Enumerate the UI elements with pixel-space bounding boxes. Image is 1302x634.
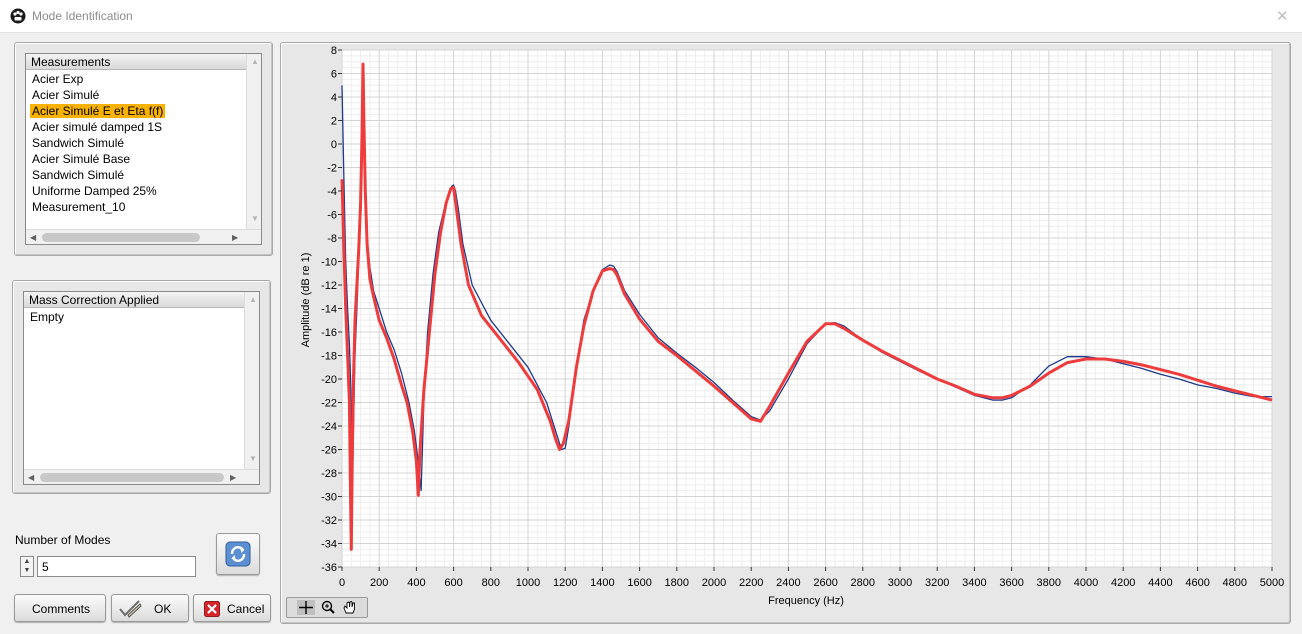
scroll-up-arrow-icon[interactable]: ▲	[251, 57, 259, 67]
measurement-item-label: Acier Exp	[32, 72, 84, 86]
mass-correction-item-label: Empty	[30, 310, 65, 324]
measurement-item-label: Sandwich Simulé	[32, 136, 125, 150]
measurements-listbox[interactable]: Measurements Acier Exp Acier Simulé Acier …	[25, 53, 262, 245]
scroll-down-arrow-icon[interactable]: ▼	[249, 454, 257, 464]
refresh-button[interactable]	[216, 533, 260, 575]
measurement-item-label: Acier Simulé	[32, 88, 100, 102]
number-of-modes-input[interactable]: 5	[37, 556, 196, 577]
crosshair-cursor-icon[interactable]	[297, 600, 315, 615]
window-title: Mode Identification	[32, 9, 133, 23]
scroll-left-arrow-icon[interactable]: ◀	[30, 233, 36, 243]
modes-stepper[interactable]: ▲ ▼	[20, 556, 34, 577]
scroll-left-arrow-icon[interactable]: ◀	[28, 473, 34, 483]
comments-button[interactable]: Comments	[14, 594, 106, 622]
graph-frame	[280, 42, 1291, 624]
checkmark-pen-icon	[119, 600, 142, 618]
comments-button-label: Comments	[32, 602, 91, 616]
scroll-right-arrow-icon[interactable]: ▶	[232, 233, 238, 243]
number-of-modes-label: Number of Modes	[15, 533, 111, 547]
measurements-vertical-scrollbar[interactable]: ▲ ▼	[246, 54, 261, 229]
cancel-button-label: Cancel	[227, 602, 265, 616]
scroll-up-arrow-icon[interactable]: ▲	[249, 295, 257, 305]
mass-horizontal-scrollbar[interactable]: ◀ ▶	[24, 469, 259, 484]
graph-tool-palette	[286, 597, 368, 618]
cancel-button[interactable]: Cancel	[193, 594, 271, 622]
mass-vertical-scrollbar[interactable]: ▲ ▼	[244, 292, 259, 469]
measurement-list-item[interactable]: Acier Exp	[26, 71, 83, 87]
measurements-horizontal-scrollbar[interactable]: ◀ ▶	[26, 229, 261, 244]
app-icon	[10, 8, 26, 24]
measurement-item-label: Acier simulé damped 1S	[32, 120, 163, 134]
scroll-down-arrow-icon[interactable]: ▼	[251, 214, 259, 224]
measurements-header: Measurements	[26, 54, 246, 70]
scrollbar-thumb[interactable]	[40, 473, 224, 482]
cancel-x-icon	[204, 601, 220, 617]
mass-correction-frame: Mass Correction Applied Empty ▲ ▼ ◀ ▶	[12, 280, 271, 494]
measurement-item-label: Uniforme Damped 25%	[32, 184, 157, 198]
refresh-icon	[225, 541, 251, 567]
ok-button-label: OK	[154, 602, 172, 616]
measurement-list-item[interactable]: Acier simulé damped 1S	[26, 119, 162, 135]
measurement-list-item[interactable]: Acier Simulé E et Eta f(f)	[26, 103, 166, 119]
mass-correction-list-item[interactable]: Empty	[24, 309, 64, 325]
zoom-icon[interactable]	[319, 600, 337, 615]
measurement-item-label: Measurement_10	[32, 200, 126, 214]
stepper-down-icon[interactable]: ▼	[21, 566, 33, 575]
mass-correction-header: Mass Correction Applied	[24, 292, 244, 308]
measurement-list-item[interactable]: Sandwich Simulé	[26, 135, 124, 151]
measurement-list-item[interactable]: Measurement_10	[26, 199, 125, 215]
mass-correction-listbox[interactable]: Mass Correction Applied Empty ▲ ▼ ◀ ▶	[23, 291, 260, 485]
ok-button[interactable]: OK	[111, 594, 189, 622]
title-bar: Mode Identification ✕	[0, 0, 1302, 33]
measurement-list-item[interactable]: Acier Simulé	[26, 87, 99, 103]
stepper-up-icon[interactable]: ▲	[21, 557, 33, 566]
measurement-list-item[interactable]: Uniforme Damped 25%	[26, 183, 157, 199]
measurement-item-label: Acier Simulé Base	[32, 152, 131, 166]
measurement-item-label: Acier Simulé E et Eta f(f)	[30, 104, 166, 118]
measurement-item-label: Sandwich Simulé	[32, 168, 125, 182]
scroll-right-arrow-icon[interactable]: ▶	[230, 473, 236, 483]
pan-hand-icon[interactable]	[341, 600, 359, 615]
measurement-list-item[interactable]: Sandwich Simulé	[26, 167, 124, 183]
close-icon[interactable]: ✕	[1276, 7, 1289, 25]
scrollbar-thumb[interactable]	[42, 233, 200, 242]
measurements-frame: Measurements Acier Exp Acier Simulé Acier …	[14, 42, 273, 256]
measurement-list-item[interactable]: Acier Simulé Base	[26, 151, 130, 167]
